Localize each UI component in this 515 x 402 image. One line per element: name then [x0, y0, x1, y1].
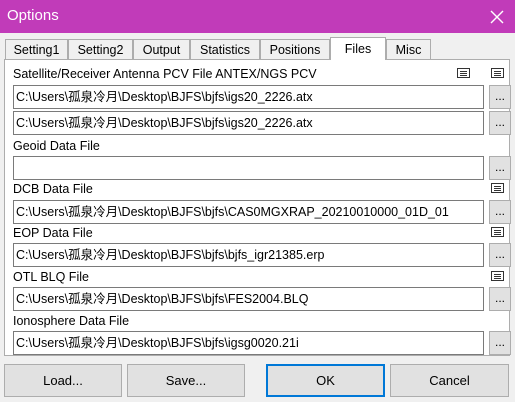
dcb-label: DCB Data File [13, 182, 93, 196]
tab-setting1[interactable]: Setting1 [5, 39, 68, 59]
tab-setting2[interactable]: Setting2 [68, 39, 133, 59]
close-button[interactable] [479, 0, 515, 33]
ionosphere-label: Ionosphere Data File [13, 314, 130, 328]
otl-blq-label: OTL BLQ File [13, 270, 89, 284]
geoid-label: Geoid Data File [13, 139, 100, 153]
close-icon [490, 10, 504, 23]
view-file-icon[interactable] [457, 68, 470, 78]
view-file-icon[interactable] [491, 183, 504, 193]
browse-button[interactable]: ... [489, 85, 511, 109]
ionosphere-file-input[interactable]: C:\Users\孤泉冷月\Desktop\BJFS\bjfs\igsg0020… [13, 331, 484, 355]
ok-button[interactable]: OK [266, 364, 385, 397]
browse-button[interactable]: ... [489, 287, 511, 311]
files-panel: Satellite/Receiver Antenna PCV File ANTE… [4, 59, 511, 356]
otl-blq-file-input[interactable]: C:\Users\孤泉冷月\Desktop\BJFS\bjfs\FES2004.… [13, 287, 484, 311]
eop-file-input[interactable]: C:\Users\孤泉冷月\Desktop\BJFS\bjfs\bjfs_igr… [13, 243, 484, 267]
receiver-antenna-file-input[interactable]: C:\Users\孤泉冷月\Desktop\BJFS\bjfs\igs20_22… [13, 111, 484, 135]
view-file-icon[interactable] [491, 271, 504, 281]
title-bar: Options [0, 0, 515, 33]
save-button[interactable]: Save... [127, 364, 245, 397]
tab-bar: Setting1 Setting2 Output Statistics Posi… [4, 37, 514, 60]
browse-button[interactable]: ... [489, 111, 511, 135]
view-file-icon[interactable] [491, 227, 504, 237]
geoid-file-input[interactable] [13, 156, 484, 180]
antenna-pcv-label: Satellite/Receiver Antenna PCV File ANTE… [13, 67, 317, 81]
view-file-icon[interactable] [491, 68, 504, 78]
browse-button[interactable]: ... [489, 243, 511, 267]
browse-button[interactable]: ... [489, 156, 511, 180]
cancel-button[interactable]: Cancel [390, 364, 509, 397]
eop-label: EOP Data File [13, 226, 93, 240]
tab-output[interactable]: Output [133, 39, 190, 59]
load-button[interactable]: Load... [4, 364, 122, 397]
tab-positions[interactable]: Positions [260, 39, 330, 59]
browse-button[interactable]: ... [489, 200, 511, 224]
window-title: Options [7, 7, 59, 24]
tab-misc[interactable]: Misc [386, 39, 431, 59]
satellite-antenna-file-input[interactable]: C:\Users\孤泉冷月\Desktop\BJFS\bjfs\igs20_22… [13, 85, 484, 109]
dcb-file-input[interactable]: C:\Users\孤泉冷月\Desktop\BJFS\bjfs\CAS0MGXR… [13, 200, 484, 224]
browse-button[interactable]: ... [489, 331, 511, 355]
tab-statistics[interactable]: Statistics [190, 39, 260, 59]
tab-files[interactable]: Files [330, 37, 386, 60]
